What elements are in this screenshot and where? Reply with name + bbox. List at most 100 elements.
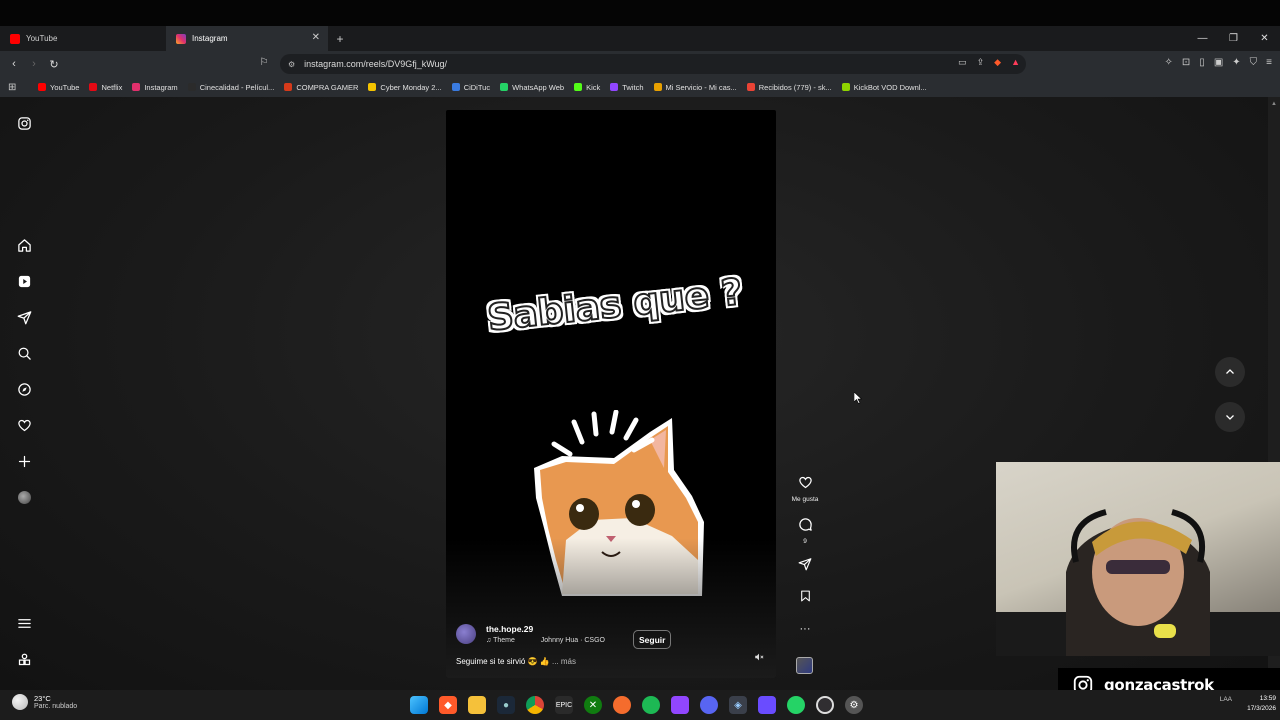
screenshot-icon[interactable]: ⊡ — [1182, 57, 1190, 68]
back-icon[interactable]: ‹ — [4, 58, 24, 70]
author-username[interactable]: the.hope.29 — [486, 624, 605, 634]
explore-icon[interactable] — [14, 379, 34, 399]
clock-time: 13:59 — [1259, 695, 1276, 702]
also-from-meta-icon[interactable] — [14, 649, 34, 669]
bookmark-item[interactable]: Recibidos (779) - sk... — [746, 83, 832, 92]
xbox-icon[interactable]: ✕ — [584, 696, 602, 714]
bookmark-page-icon[interactable]: ⚐ — [254, 57, 274, 68]
leo-ai-icon[interactable]: ✦ — [1232, 57, 1240, 68]
bookmark-item[interactable]: Netflix — [89, 83, 122, 92]
brave-rewards-icon[interactable]: ▲ — [1011, 57, 1020, 68]
reels-icon[interactable] — [14, 271, 34, 291]
extensions-icon[interactable]: ✧ — [1165, 57, 1173, 68]
brave-browser-icon[interactable]: ◆ — [439, 696, 457, 714]
mute-icon[interactable] — [754, 652, 764, 665]
reel-audio[interactable]: ♫ Theme Johnny Hua · CSGO — [486, 637, 605, 644]
spotify-icon[interactable] — [642, 696, 660, 714]
sidebar-icon[interactable]: ▯ — [1199, 57, 1205, 68]
cast-icon[interactable]: ▭ — [958, 57, 967, 68]
whatsapp-icon[interactable] — [787, 696, 805, 714]
epic-games-icon[interactable]: EPIC — [555, 696, 573, 714]
bookmark-favicon-icon — [653, 83, 662, 91]
restore-icon[interactable]: ❐ — [1218, 33, 1249, 44]
bookmark-label: Twitch — [622, 82, 644, 92]
scroll-up-arrow-icon[interactable]: ▲ — [1271, 101, 1277, 107]
home-icon[interactable] — [14, 235, 34, 255]
window-top-strip — [0, 0, 1280, 26]
like-action[interactable]: Me gusta — [786, 475, 824, 503]
bookmark-item[interactable]: CiDiTuc — [451, 82, 491, 92]
comment-icon — [798, 518, 812, 531]
system-clock[interactable]: 13:59 17/3/2026 — [1247, 694, 1276, 714]
bookmark-item[interactable]: KickBot VOD Downl... — [841, 83, 927, 92]
twitch-studio-icon[interactable] — [671, 696, 689, 714]
more-menu-icon[interactable] — [14, 613, 34, 633]
bookmark-label: Cyber Monday 2... — [380, 82, 442, 92]
search-icon[interactable] — [14, 343, 34, 363]
forward-icon[interactable]: › — [24, 58, 44, 70]
windows-start-icon[interactable] — [410, 696, 428, 714]
keyboard-language[interactable]: LAA — [1220, 696, 1232, 703]
site-settings-icon[interactable]: ⚙ — [288, 60, 295, 69]
bookmark-item[interactable]: Cinecalidad - Películ... — [187, 83, 274, 92]
file-explorer-icon[interactable] — [468, 696, 486, 714]
comment-action[interactable]: 9 — [786, 517, 824, 545]
previous-reel-button[interactable] — [1215, 357, 1245, 387]
close-icon[interactable]: ✕ — [312, 32, 320, 43]
brave-shields-icon[interactable]: ◆ — [994, 57, 1001, 68]
address-bar[interactable]: ⚙ instagram.com/reels/DV9Gfj_kWug/ ▭ ⇪ ◆… — [280, 54, 1026, 74]
bookmark-label: Kick — [586, 82, 601, 92]
bookmark-item[interactable]: Mi Servicio - Mi cas... — [653, 83, 737, 92]
follow-button[interactable]: Seguir — [633, 630, 672, 649]
bookmark-label: Instagram — [144, 82, 178, 92]
new-tab-button[interactable]: + — [328, 32, 352, 46]
chrome-icon[interactable] — [526, 696, 544, 714]
author-avatar[interactable] — [456, 624, 476, 644]
share-action[interactable] — [786, 557, 824, 576]
audio-left-text: Theme — [493, 637, 515, 644]
share-icon[interactable]: ⇪ — [977, 57, 985, 68]
weather-widget[interactable]: 23°C Parc. nublado — [12, 694, 77, 710]
apps-grid-icon[interactable]: ⊞ — [8, 82, 28, 93]
caption-more-link[interactable]: ... más — [552, 657, 576, 666]
heart-icon[interactable] — [14, 415, 34, 435]
next-reel-button[interactable] — [1215, 402, 1245, 432]
menu-icon[interactable]: ≡ — [1266, 57, 1272, 68]
create-icon[interactable] — [14, 451, 34, 471]
bookmark-item[interactable]: Kick — [574, 83, 600, 92]
bookmark-item[interactable]: Instagram — [132, 82, 178, 92]
vpn-app-icon[interactable]: ◈ — [729, 696, 747, 714]
bookmark-icon — [800, 590, 810, 602]
bookmark-favicon-icon — [89, 83, 98, 91]
tab-instagram[interactable]: Instagram ✕ — [166, 26, 328, 51]
origin-icon[interactable] — [613, 696, 631, 714]
bookmark-label: CiDiTuc — [463, 82, 491, 92]
vpn-icon[interactable]: ⛉ — [1250, 57, 1258, 68]
instagram-logo-icon[interactable] — [14, 113, 34, 133]
obs-icon[interactable] — [816, 696, 834, 714]
notes-app-icon[interactable] — [758, 696, 776, 714]
reel-video[interactable]: Sabias que ? the.hope.29 ♫ Theme Johnny … — [446, 110, 776, 678]
more-options-icon[interactable]: ··· — [786, 623, 824, 635]
save-action[interactable] — [786, 589, 824, 608]
bookmark-item[interactable]: COMPRA GAMER — [284, 83, 358, 92]
like-heart-icon — [798, 476, 812, 489]
settings-app-icon[interactable]: ⚙ — [845, 696, 863, 714]
bookmark-favicon-icon — [451, 83, 460, 91]
bookmark-item[interactable]: WhatsApp Web — [500, 83, 564, 92]
wallet-icon[interactable]: ▣ — [1214, 57, 1223, 68]
bookmark-item[interactable]: Twitch — [610, 82, 644, 92]
profile-avatar[interactable] — [14, 487, 34, 507]
close-window-icon[interactable]: ✕ — [1249, 33, 1280, 44]
messages-icon[interactable] — [14, 307, 34, 327]
audio-thumbnail[interactable] — [796, 657, 813, 674]
url-text: instagram.com/reels/DV9Gfj_kWug/ — [304, 59, 448, 69]
minimize-icon[interactable]: — — [1187, 33, 1218, 44]
bookmark-item[interactable]: Cyber Monday 2... — [368, 82, 442, 92]
bookmark-favicon-icon — [500, 83, 509, 91]
bookmark-item[interactable]: YouTube — [38, 83, 79, 92]
discord-icon[interactable] — [700, 696, 718, 714]
reload-icon[interactable]: ↻ — [44, 58, 64, 71]
tab-youtube[interactable]: YouTube — [0, 26, 166, 51]
steam-icon[interactable]: ● — [497, 696, 515, 714]
